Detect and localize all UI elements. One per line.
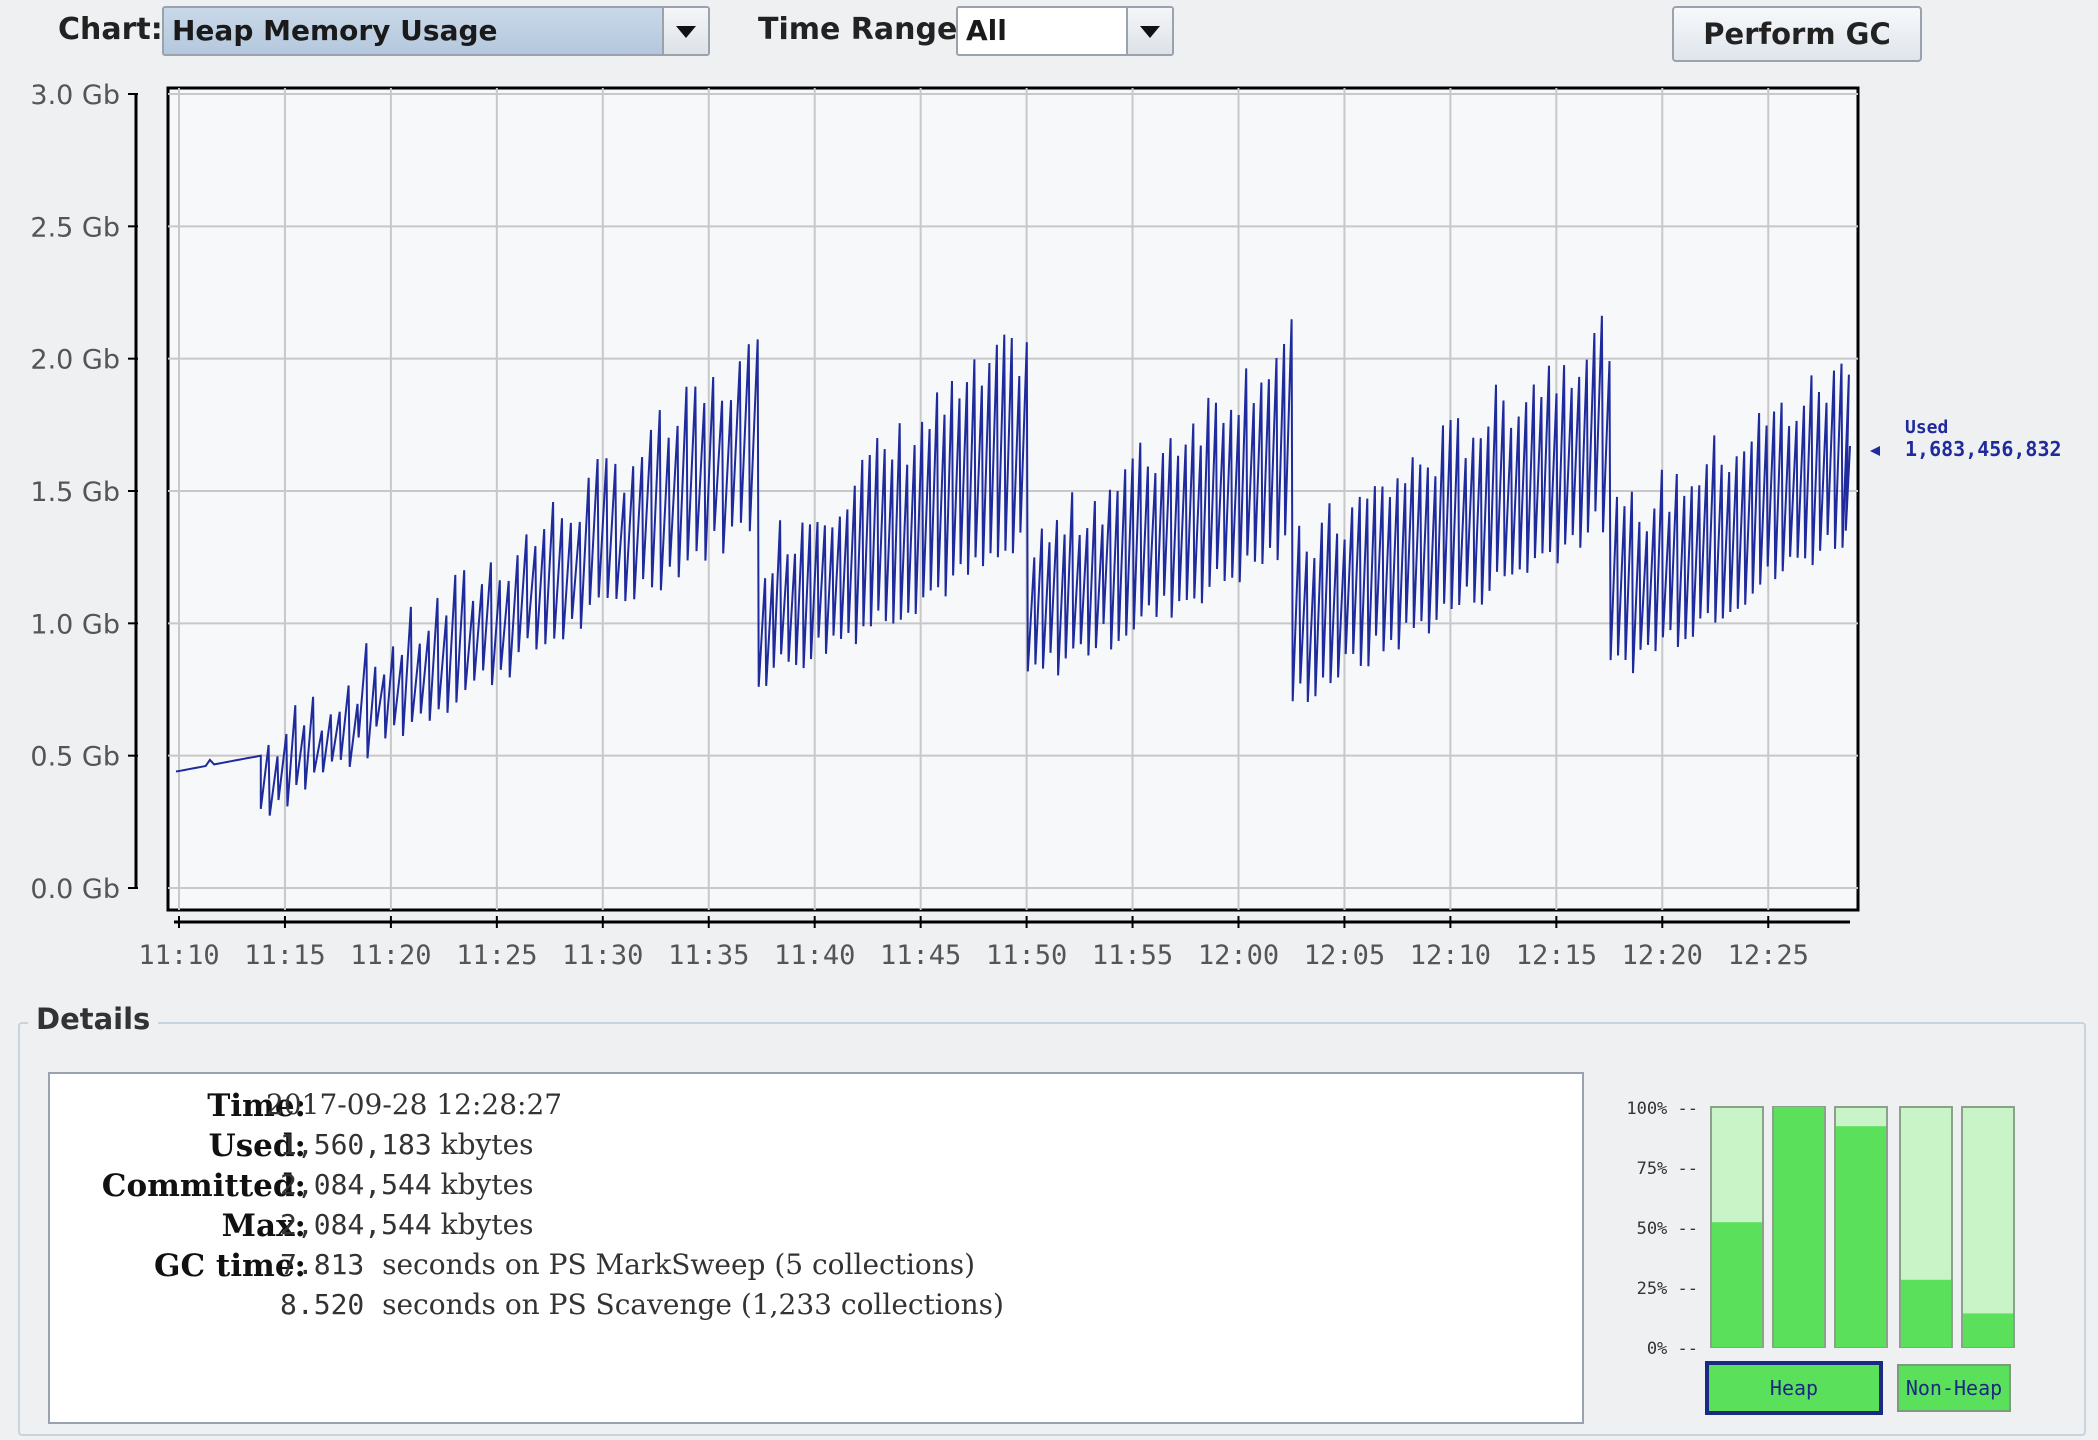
memory-tick-label: 0% -- (1647, 1339, 1698, 1359)
y-tick-label: 1.5 Gb (30, 477, 120, 508)
heap-bar-fill (1836, 1126, 1886, 1347)
time-value: 2017-09-28 12:28:27 (266, 1088, 563, 1121)
max-row: Max: 2,084,544 kbytes (50, 1208, 1580, 1248)
chart-label: Chart: (58, 12, 163, 47)
x-tick-label: 12:10 (1410, 940, 1491, 971)
arrow-left-icon (1870, 446, 1880, 456)
time-range-label: Time Range: (758, 12, 970, 47)
memory-tick-label: 25% -- (1637, 1279, 1698, 1299)
details-title: Details (28, 1002, 159, 1036)
x-tick-label: 12:15 (1516, 940, 1597, 971)
non-heap-button-label: Non-Heap (1906, 1376, 2002, 1400)
details-info-panel: Time: 2017-09-28 12:28:27 Used: 1,560,18… (48, 1072, 1584, 1424)
x-tick-label: 12:25 (1728, 940, 1809, 971)
x-tick-label: 11:15 (244, 940, 325, 971)
y-tick-label: 2.5 Gb (30, 212, 120, 243)
perform-gc-button[interactable]: Perform GC (1672, 6, 1922, 62)
x-tick-label: 11:35 (668, 940, 749, 971)
x-tick-label: 11:10 (138, 940, 219, 971)
gc-scavenge-value: 8.520 seconds on PS Scavenge (1,233 coll… (280, 1288, 1004, 1321)
last-value-marker: Used 1,683,456,832 (1870, 417, 2062, 461)
x-tick-label: 11:30 (562, 940, 643, 971)
used-value: 1,560,183 kbytes (280, 1128, 534, 1161)
series-name-label: Used (1905, 417, 1948, 438)
x-tick-label: 12:05 (1304, 940, 1385, 971)
heap-memory-chart: 3.0 Gb 2.5 Gb 2.0 Gb 1.5 Gb 1.0 Gb 0.5 Gb 0.0 … (30, 80, 2062, 971)
chart-select-value: Heap Memory Usage (172, 14, 498, 47)
memory-tick-label: 50% -- (1637, 1219, 1698, 1239)
memory-tick-label: 75% -- (1637, 1159, 1698, 1179)
max-number: 2,084,544 (280, 1208, 432, 1241)
y-tick-label: 2.0 Gb (30, 345, 120, 376)
y-tick-label: 0.5 Gb (30, 742, 120, 773)
toolbar: Chart: Heap Memory Usage Time Range: All… (0, 0, 2098, 80)
x-tick-label: 11:40 (774, 940, 855, 971)
committed-label: Committed: (101, 1168, 306, 1204)
gc2-number: 8.520 (280, 1288, 365, 1321)
gc-time-row: GC time: 7.813 seconds on PS MarkSweep (… (50, 1248, 1580, 1288)
non-heap-bar-fill (1963, 1313, 2013, 1347)
y-tick-label: 3.0 Gb (30, 80, 120, 111)
non-heap-bars[interactable] (1899, 1106, 2015, 1348)
time-row: Time: 2017-09-28 12:28:27 (50, 1088, 1580, 1128)
gc-time-row-2: 8.520 seconds on PS Scavenge (1,233 coll… (50, 1288, 1580, 1328)
memory-bars-y-axis: 100% -- 75% -- 50% -- 25% -- 0% -- (1626, 1099, 1698, 1359)
x-tick-label: 11:45 (880, 940, 961, 971)
y-tick-label: 0.0 Gb (30, 874, 120, 905)
y-tick-label: 1.0 Gb (30, 609, 120, 640)
y-axis: 3.0 Gb 2.5 Gb 2.0 Gb 1.5 Gb 1.0 Gb 0.5 Gb 0.0 … (30, 80, 138, 905)
x-tick-label: 12:20 (1622, 940, 1703, 971)
committed-number: 2,084,544 (280, 1168, 432, 1201)
heap-bar-fill (1774, 1107, 1824, 1347)
committed-row: Committed: 2,084,544 kbytes (50, 1168, 1580, 1208)
non-heap-bar-fill (1901, 1279, 1951, 1347)
x-tick-label: 12:00 (1198, 940, 1279, 971)
x-tick-label: 11:25 (456, 940, 537, 971)
chart-select[interactable]: Heap Memory Usage (162, 6, 710, 56)
memory-tick-label: 100% -- (1626, 1099, 1698, 1119)
non-heap-bar-track[interactable] (1961, 1106, 2015, 1348)
memory-pool-bars: 100% -- 75% -- 50% -- 25% -- 0% -- Heap Non-… (1626, 1099, 2015, 1415)
committed-unit: kbytes (440, 1168, 534, 1201)
max-unit: kbytes (440, 1208, 534, 1241)
gc2-text: seconds on PS Scavenge (1,233 collection… (382, 1288, 1004, 1321)
heap-bars[interactable] (1710, 1106, 1888, 1348)
chevron-down-icon[interactable] (1126, 8, 1172, 54)
time-range-select[interactable]: All (956, 6, 1174, 56)
committed-value: 2,084,544 kbytes (280, 1168, 534, 1201)
used-row: Used: 1,560,183 kbytes (50, 1128, 1580, 1168)
x-tick-label: 11:55 (1092, 940, 1173, 971)
chevron-down-icon[interactable] (662, 8, 708, 54)
used-number: 1,560,183 (280, 1128, 432, 1161)
time-range-select-value: All (966, 14, 1007, 47)
gc1-number: 7.813 (280, 1248, 365, 1281)
heap-button-label: Heap (1770, 1376, 1818, 1400)
gc-markSweep-value: 7.813 seconds on PS MarkSweep (5 collect… (280, 1248, 975, 1281)
max-value: 2,084,544 kbytes (280, 1208, 534, 1241)
last-value-label: 1,683,456,832 (1905, 437, 2062, 461)
x-axis: 11:10 11:15 11:20 11:25 11:30 11:35 11:40 11:45… (138, 916, 1850, 971)
heap-bar-fill (1712, 1222, 1762, 1347)
gc1-text: seconds on PS MarkSweep (5 collections) (382, 1248, 976, 1281)
x-tick-label: 11:20 (350, 940, 431, 971)
used-unit: kbytes (440, 1128, 534, 1161)
x-tick-label: 11:50 (986, 940, 1067, 971)
